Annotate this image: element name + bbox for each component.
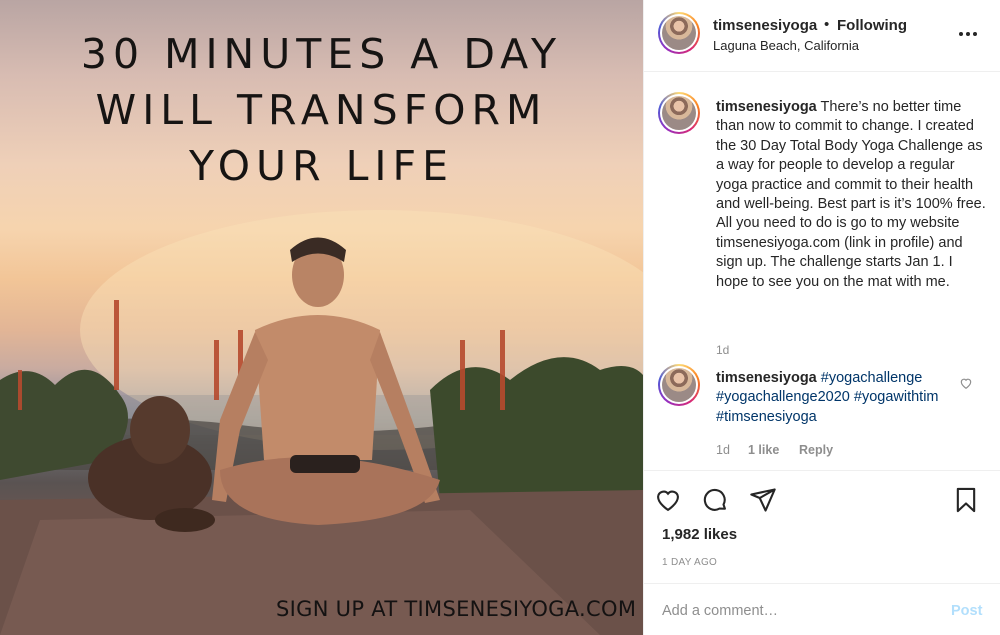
like-heart-icon[interactable] <box>654 486 682 514</box>
add-comment-bar: Post <box>644 583 1000 635</box>
hashtag-link[interactable]: #yogachallenge2020 <box>716 389 850 405</box>
comment-username-link[interactable]: timsenesiyoga <box>716 370 817 386</box>
author-avatar[interactable] <box>658 12 700 54</box>
comment-likes-button[interactable]: 1 like <box>748 443 779 457</box>
following-button[interactable]: Following <box>837 17 907 34</box>
caption-text: There’s no better time than now to commi… <box>716 99 986 290</box>
caption: timsenesiyoga There’s no better time tha… <box>716 98 988 292</box>
signup-footer-text: SIGN UP AT TIMSENESIYOGA.COM <box>276 597 637 621</box>
comment-timestamp[interactable]: 1d <box>716 443 730 457</box>
comment-avatar[interactable] <box>658 364 700 406</box>
headline-line-3: YOUR LIFE <box>188 142 455 190</box>
post-sidebar: timsenesiyoga • Following Laguna Beach, … <box>643 0 1000 635</box>
hashtag-link[interactable]: #timsenesiyoga <box>716 409 817 425</box>
post-header: timsenesiyoga • Following Laguna Beach, … <box>644 0 1000 72</box>
headline-line-2: WILL TRANSFORM <box>95 86 548 134</box>
author-username-link[interactable]: timsenesiyoga <box>713 17 817 34</box>
location-link[interactable]: Laguna Beach, California <box>713 38 859 53</box>
caption-username-link[interactable]: timsenesiyoga <box>716 99 817 115</box>
add-comment-input[interactable] <box>662 600 922 622</box>
more-options-icon[interactable] <box>956 22 980 46</box>
separator-dot: • <box>824 16 830 33</box>
likes-count[interactable]: 1,982 likes <box>662 526 737 543</box>
post-actions: 1,982 likes 1 DAY AGO Post <box>644 470 1000 635</box>
post-comment-button[interactable]: Post <box>951 603 982 619</box>
comment: timsenesiyoga #yogachallenge #yogachalle… <box>716 369 956 427</box>
post-image[interactable]: 30 MINUTES A DAY WILL TRANSFORM YOUR LIF… <box>0 0 643 635</box>
hashtag-link[interactable]: #yogawithtim <box>854 389 939 405</box>
share-paper-plane-icon[interactable] <box>749 486 777 514</box>
save-bookmark-icon[interactable] <box>952 486 980 514</box>
caption-timestamp[interactable]: 1d <box>716 343 729 357</box>
comment-bubble-icon[interactable] <box>701 486 729 514</box>
hashtag-link[interactable]: #yogachallenge <box>821 370 923 386</box>
comment-reply-button[interactable]: Reply <box>799 443 833 457</box>
caption-avatar[interactable] <box>658 92 700 134</box>
comment-like-heart-icon[interactable] <box>959 376 973 390</box>
post-age[interactable]: 1 DAY AGO <box>662 557 717 568</box>
headline-line-1: 30 MINUTES A DAY <box>80 30 563 78</box>
